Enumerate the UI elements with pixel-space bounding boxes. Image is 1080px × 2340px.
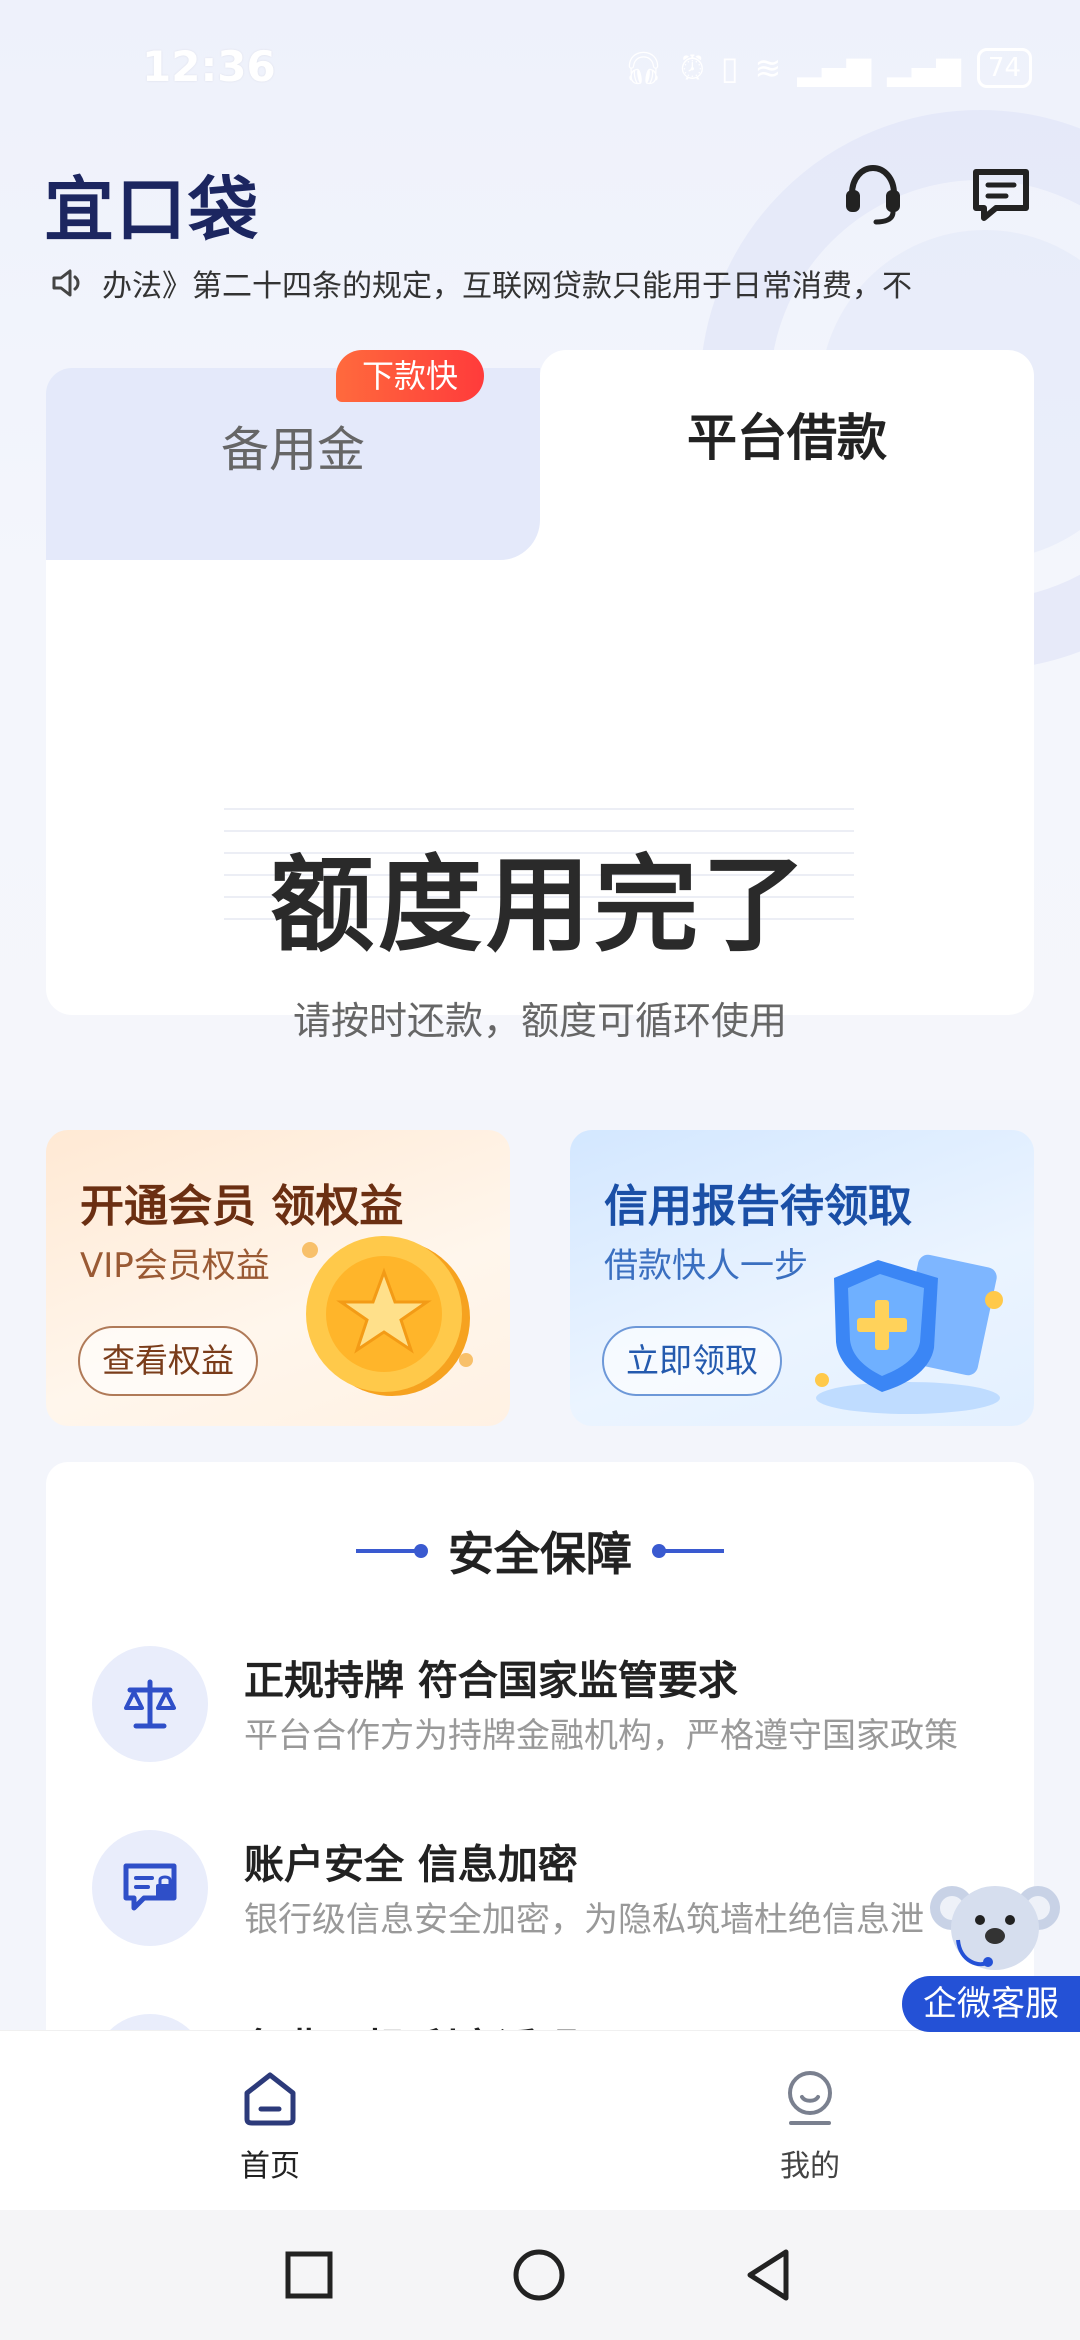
home-icon xyxy=(244,2072,296,2126)
wecom-service-button[interactable]: 企微客服 xyxy=(900,1870,1080,2032)
profile-icon xyxy=(788,2071,832,2125)
claim-now-button[interactable]: 立即领取 xyxy=(602,1326,782,1396)
notice-bar[interactable]: 办法》第二十四条的规定，互联网贷款只能用于日常消费，不 xyxy=(48,258,1038,308)
customer-support-icon[interactable] xyxy=(838,158,908,228)
status-icons: 🎧︎ ⏰︎ ▯ ≋ ▂▄▆ ▂▄▆ 74 xyxy=(623,48,1032,88)
home-button-icon[interactable] xyxy=(506,2242,572,2308)
speaker-icon xyxy=(52,269,80,297)
tab-platform-loan-label: 平台借款 xyxy=(687,409,887,467)
quota-used-message: 额度用完了 xyxy=(269,844,810,966)
secure-chat-icon xyxy=(92,1830,208,1946)
status-time: 12:36 xyxy=(142,42,276,91)
nav-label-home: 首页 xyxy=(240,2149,300,2184)
wecom-service-label: 企微客服 xyxy=(902,1976,1080,2032)
security-item: 账户安全 信息加密 银行级信息安全加密，为隐私筑墙杜绝信息泄 xyxy=(92,1824,992,1954)
back-icon[interactable] xyxy=(736,2242,802,2308)
message-icon[interactable] xyxy=(966,158,1036,228)
security-title-row: 安全保障 xyxy=(46,1518,1034,1584)
credit-report-promo-card[interactable]: 信用报告待领取 借款快人一步 立即领取 xyxy=(570,1130,1034,1426)
nav-item-mine[interactable]: 我的 xyxy=(710,2067,910,2185)
security-title: 安全保障 xyxy=(448,1527,632,1581)
security-item: 正规持牌 符合国家监管要求 平台合作方为持牌金融机构，严格遵守国家政策 xyxy=(92,1640,992,1770)
security-section: 安全保障 正规持牌 符合国家监管要求 平台合作方为持牌金融机构，严格遵守国家政策 xyxy=(46,1462,1034,2042)
bottom-nav: 首页 我的 xyxy=(0,2030,1080,2210)
signal-icon: ▂▄▆ xyxy=(797,49,872,87)
shield-icon xyxy=(815,1254,1003,1414)
recent-apps-icon[interactable] xyxy=(276,2242,342,2308)
view-benefits-button[interactable]: 查看权益 xyxy=(78,1326,258,1396)
notice-text: 办法》第二十四条的规定，互联网贷款只能用于日常消费，不 xyxy=(102,269,912,304)
star-coin-icon xyxy=(302,1236,473,1396)
koala-mascot-icon xyxy=(930,1886,1060,1970)
scale-icon xyxy=(92,1646,208,1762)
app-header: 宜口袋 xyxy=(0,140,1080,251)
credit-promo-subtitle: 借款快人一步 xyxy=(604,1246,808,1286)
quota-hint: 请按时还款，额度可循环使用 xyxy=(292,999,787,1043)
loan-card-body: 额度用完了 请按时还款，额度可循环使用 xyxy=(46,510,1034,1043)
tab-backup-fund-label: 备用金 xyxy=(220,422,365,478)
app-logo: 宜口袋 xyxy=(44,169,260,251)
fast-loan-badge: 下款快 xyxy=(336,350,485,402)
security-item-title: 账户安全 信息加密 xyxy=(244,1842,578,1888)
credit-promo-title: 信用报告待领取 xyxy=(604,1181,912,1232)
nav-item-home[interactable]: 首页 xyxy=(170,2067,370,2185)
vibrate-icon: ▯ xyxy=(720,49,739,87)
signal-icon: ▂▄▆ xyxy=(887,49,961,87)
security-item-title: 正规持牌 符合国家监管要求 xyxy=(244,1658,738,1704)
tab-platform-loan[interactable]: 平台借款 xyxy=(540,350,1034,510)
vip-promo-card[interactable]: 开通会员 领权益 VIP会员权益 查看权益 xyxy=(46,1130,510,1426)
security-item-desc: 平台合作方为持牌金融机构，严格遵守国家政策 xyxy=(244,1716,958,1756)
battery-indicator: 74 xyxy=(976,48,1032,88)
loan-card: 备用金 下款快 平台借款 额度用完了 请按时还款，额度可循环使用 xyxy=(46,350,1034,1043)
vip-promo-subtitle: VIP会员权益 xyxy=(80,1246,270,1286)
alarm-icon: ⏰︎ xyxy=(679,49,705,87)
wifi-icon: ≋ xyxy=(754,49,782,87)
system-navigation-bar xyxy=(0,2210,1080,2340)
nav-label-mine: 我的 xyxy=(780,2149,840,2184)
status-bar: 12:36 🎧︎ ⏰︎ ▯ ≋ ▂▄▆ ▂▄▆ 74 xyxy=(0,0,1080,140)
security-item-desc: 银行级信息安全加密，为隐私筑墙杜绝信息泄 xyxy=(244,1900,924,1940)
headphones-icon: 🎧︎ xyxy=(623,49,664,87)
